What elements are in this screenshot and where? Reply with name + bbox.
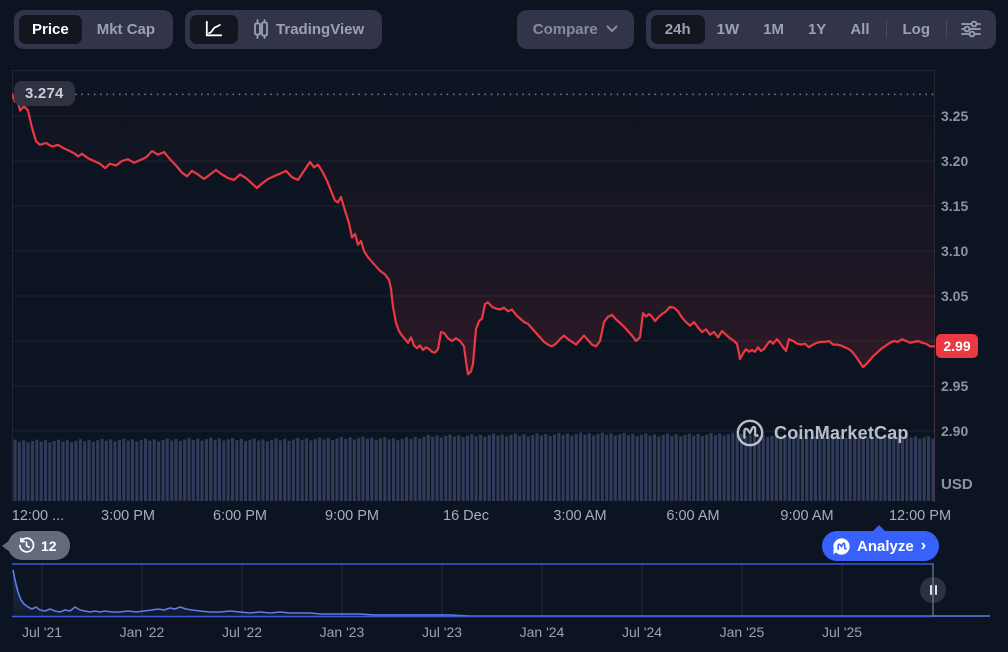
timeline-tick-label: Jan '22	[120, 624, 165, 640]
analyze-button[interactable]: Analyze ›	[822, 531, 939, 561]
history-pill[interactable]: 12	[8, 531, 70, 560]
chart-toolbar: Price Mkt Cap TradingView Compare	[0, 0, 1008, 58]
line-chart-icon	[204, 20, 224, 38]
range-all[interactable]: All	[838, 15, 881, 44]
mktcap-tab[interactable]: Mkt Cap	[84, 15, 168, 44]
x-tick-label: 12:00 PM	[889, 508, 951, 524]
high-price-label: 3.274	[14, 81, 75, 106]
range-1y[interactable]: 1Y	[796, 15, 838, 44]
tradingview-label: TradingView	[276, 21, 364, 38]
x-axis: 12:00 ... 3:00 PM 6:00 PM 9:00 PM 16 Dec 3:00…	[0, 508, 1008, 530]
y-tick-label: 3.15	[941, 197, 1001, 215]
timeline-area: Jul '21 Jan '22 Jul '22 Jan '23 Jul '23 Jan '…	[0, 563, 1008, 652]
timeline-tick-label: Jan '24	[520, 624, 565, 640]
price-chart-panel: Price Mkt Cap TradingView Compare	[0, 0, 1008, 652]
sliders-icon	[961, 20, 981, 38]
x-tick-label: 3:00 AM	[553, 508, 606, 524]
timeline-tick-label: Jan '23	[320, 624, 365, 640]
line-chart-type-button[interactable]	[190, 15, 238, 44]
coinmarketcap-watermark: CoinMarketCap	[735, 418, 909, 448]
analyze-label: Analyze	[857, 538, 914, 555]
main-chart-area: 3.274 3.253.203.153.103.052.952.90 2.99 …	[0, 58, 1008, 563]
x-tick-label: 3:00 PM	[101, 508, 155, 524]
timeline-tick-label: Jul '24	[622, 624, 662, 640]
timeline-tick-label: Jan '25	[720, 624, 765, 640]
timeline-brush[interactable]	[12, 563, 996, 618]
range-selector: 24h 1W 1M 1Y All Log	[646, 10, 996, 49]
divider	[946, 20, 947, 38]
y-tick-label: 3.25	[941, 107, 1001, 125]
log-scale-button[interactable]: Log	[891, 15, 943, 44]
y-tick-label: 2.90	[941, 422, 1001, 440]
timeline-tick-label: Jul '25	[822, 624, 862, 640]
x-tick-label: 12:00 ...	[12, 508, 64, 524]
x-tick-label: 9:00 AM	[780, 508, 833, 524]
chart-type-toggle: TradingView	[185, 10, 382, 49]
currency-label: USD	[941, 476, 973, 493]
compare-label: Compare	[533, 21, 598, 38]
x-tick-label: 6:00 AM	[666, 508, 719, 524]
x-tick-label: 6:00 PM	[213, 508, 267, 524]
y-tick-label: 3.20	[941, 152, 1001, 170]
price-mktcap-toggle: Price Mkt Cap	[14, 10, 173, 49]
history-clock-icon	[18, 537, 35, 554]
history-count: 12	[41, 538, 57, 554]
compare-button[interactable]: Compare	[517, 10, 634, 49]
chevron-down-icon	[606, 25, 618, 33]
analyze-logo-icon	[832, 537, 851, 556]
divider	[886, 20, 887, 38]
x-tick-label: 9:00 PM	[325, 508, 379, 524]
range-1m[interactable]: 1M	[751, 15, 796, 44]
brush-handle[interactable]	[920, 577, 946, 603]
chart-settings-button[interactable]	[951, 15, 991, 44]
y-tick-label: 3.05	[941, 287, 1001, 305]
timeline-tick-label: Jul '22	[222, 624, 262, 640]
coinmarketcap-logo-icon	[735, 418, 765, 448]
range-1w[interactable]: 1W	[705, 15, 752, 44]
y-tick-label: 3.10	[941, 242, 1001, 260]
x-tick-label: 16 Dec	[443, 508, 489, 524]
timeline-tick-label: Jul '23	[422, 624, 462, 640]
watermark-label: CoinMarketCap	[774, 423, 909, 444]
last-price-badge: 2.99	[936, 334, 978, 358]
price-tab[interactable]: Price	[19, 15, 82, 44]
candlestick-icon	[253, 19, 269, 39]
timeline-tick-label: Jul '21	[22, 624, 62, 640]
tradingview-button[interactable]: TradingView	[240, 15, 377, 44]
chevron-right-icon: ›	[921, 537, 926, 555]
y-tick-label: 2.95	[941, 377, 1001, 395]
range-24h[interactable]: 24h	[651, 15, 705, 44]
